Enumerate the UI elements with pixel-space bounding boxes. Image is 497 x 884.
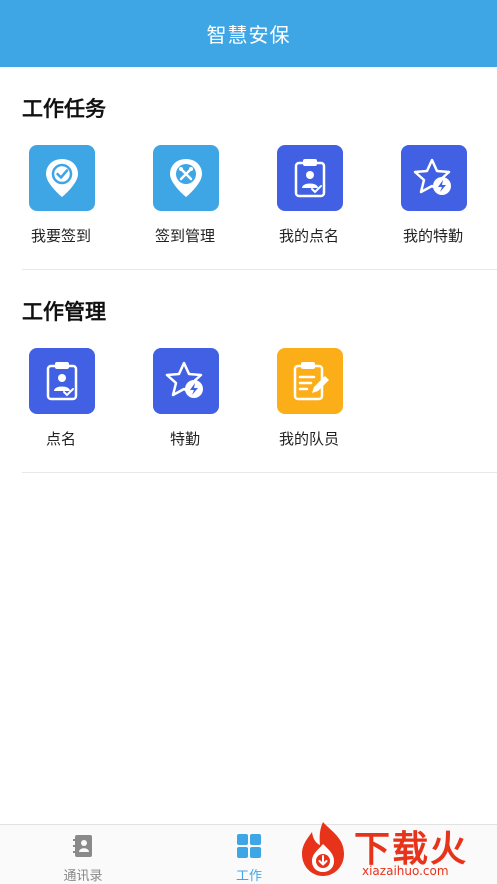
flame-logo-icon bbox=[302, 822, 344, 876]
grid-item-my-team-members[interactable]: 我的队员 bbox=[259, 348, 359, 458]
grid-item-my-roll-call[interactable]: 我的点名 bbox=[259, 145, 359, 255]
tile-roll-call bbox=[29, 348, 95, 414]
page-title: 智慧安保 bbox=[206, 23, 291, 47]
location-check-icon bbox=[46, 159, 78, 197]
grid-icon bbox=[237, 834, 261, 858]
star-bolt-icon bbox=[165, 361, 203, 398]
tab-label: 通讯录 bbox=[63, 869, 103, 884]
watermark: 下载火 xiazaihuo.com bbox=[290, 814, 497, 883]
grid-item-label: 我的点名 bbox=[278, 227, 339, 245]
grid-item-roll-call[interactable]: 点名 bbox=[11, 348, 111, 458]
tile-my-roll-call bbox=[277, 145, 343, 211]
grid-item-sign-in[interactable]: 我要签到 bbox=[11, 145, 111, 255]
tile-my-special-duty bbox=[401, 145, 467, 211]
section-title: 工作任务 bbox=[22, 97, 106, 121]
watermark-url: xiazaihuo.com bbox=[362, 864, 449, 878]
grid-item-label: 特勤 bbox=[169, 430, 200, 448]
grid-item-special-duty[interactable]: 特勤 bbox=[135, 348, 235, 458]
tab-contacts[interactable]: 通讯录 bbox=[0, 825, 166, 884]
grid-item-my-special-duty[interactable]: 我的特勤 bbox=[383, 145, 483, 255]
tile-my-team-members bbox=[277, 348, 343, 414]
section-work-tasks: 工作任务 我要签到 签到管理 我的点名 我的特勤 bbox=[0, 67, 497, 270]
tile-sign-in bbox=[29, 145, 95, 211]
grid-item-label: 点名 bbox=[45, 430, 76, 448]
grid-item-label: 我要签到 bbox=[30, 227, 91, 245]
clipboard-person-icon bbox=[46, 362, 78, 401]
section-work-management: 工作管理 点名 特勤 我的队员 bbox=[0, 270, 497, 473]
section-title: 工作管理 bbox=[22, 300, 106, 324]
app-header: 智慧安保 bbox=[0, 0, 497, 67]
tile-special-duty bbox=[153, 348, 219, 414]
contacts-book-icon bbox=[73, 835, 92, 857]
tile-sign-in-management bbox=[153, 145, 219, 211]
clipboard-edit-icon bbox=[293, 362, 329, 401]
grid-item-label: 我的队员 bbox=[278, 430, 339, 448]
grid-item-label: 签到管理 bbox=[154, 227, 215, 245]
clipboard-person-icon bbox=[294, 159, 326, 198]
section-divider bbox=[22, 472, 497, 473]
grid-item-label: 我的特勤 bbox=[402, 227, 463, 245]
location-tools-icon bbox=[170, 159, 202, 197]
star-bolt-icon bbox=[413, 158, 451, 195]
grid-item-sign-in-management[interactable]: 签到管理 bbox=[135, 145, 235, 255]
